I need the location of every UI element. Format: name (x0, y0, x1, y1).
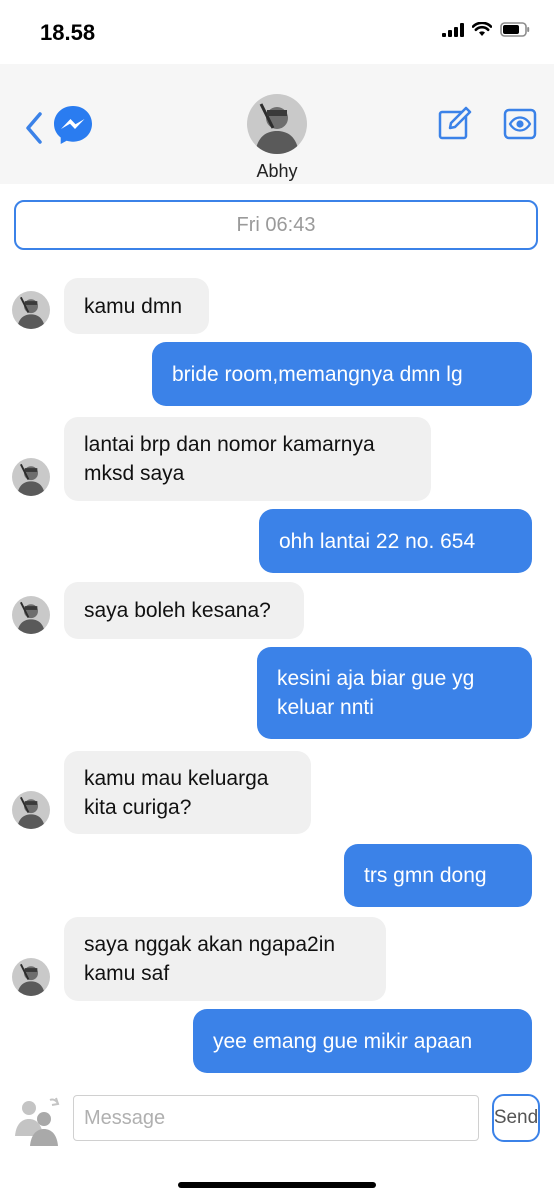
status-bar: 18.58 (0, 0, 554, 64)
people-icon[interactable] (12, 1094, 64, 1146)
incoming-message[interactable]: lantai brp dan nomor kamarnya mksd saya (64, 417, 431, 501)
message-text: bride room,memangnya dmn lg (172, 362, 463, 386)
signal-icon (442, 22, 464, 37)
outgoing-message[interactable]: ohh lantai 22 no. 654 (259, 509, 532, 573)
status-icons (442, 22, 530, 37)
message-text: mksd saya (84, 462, 185, 485)
contact-avatar[interactable] (247, 94, 307, 154)
incoming-message[interactable]: saya nggak akan ngapa2in kamu saf (64, 917, 386, 1001)
home-indicator (178, 1182, 376, 1188)
compose-icon[interactable] (438, 106, 472, 140)
message-text: keluar nnti (277, 696, 374, 719)
battery-icon (500, 22, 530, 37)
message-text: kita curiga? (84, 795, 192, 819)
date-label: Fri 06:43 (236, 213, 316, 236)
date-separator: Fri 06:43 (14, 200, 538, 250)
sender-avatar[interactable] (12, 958, 50, 996)
message-text: yee emang gue mikir apaan (213, 1029, 473, 1053)
chevron-left-icon[interactable] (22, 108, 50, 148)
sender-avatar[interactable] (12, 596, 50, 634)
message-text: saya nggak akan ngapa2in (84, 933, 336, 956)
outgoing-message[interactable]: yee emang gue mikir apaan (193, 1009, 532, 1073)
incoming-message[interactable]: kamu mau keluarga kita curiga? (64, 751, 311, 834)
outgoing-message[interactable]: bride room,memangnya dmn lg (152, 342, 532, 406)
chat-header: Abhy (0, 64, 554, 184)
sender-avatar[interactable] (12, 291, 50, 329)
message-text: kamu mau keluarga (84, 766, 269, 790)
send-button[interactable]: Send (492, 1094, 540, 1142)
message-text: ohh lantai 22 no. 654 (279, 529, 476, 553)
message-text: lantai brp dan nomor kamarnya (84, 433, 375, 456)
status-time: 18.58 (40, 20, 96, 45)
message-input[interactable] (73, 1095, 479, 1141)
messenger-icon[interactable] (52, 104, 94, 146)
incoming-message[interactable]: saya boleh kesana? (64, 582, 304, 639)
outgoing-message[interactable]: kesini aja biar gue yg keluar nnti (257, 647, 532, 739)
message-text: kamu saf (84, 962, 170, 985)
message-text: trs gmn dong (364, 864, 487, 887)
message-text: kamu dmn (84, 294, 183, 318)
composer-bar: Send (0, 1086, 554, 1156)
wifi-icon (472, 22, 492, 36)
eye-icon[interactable] (503, 108, 537, 140)
sender-avatar[interactable] (12, 458, 50, 496)
outgoing-message[interactable]: trs gmn dong (344, 844, 532, 907)
incoming-message[interactable]: kamu dmn (64, 278, 209, 334)
sender-avatar[interactable] (12, 791, 50, 829)
contact-name: Abhy (256, 161, 298, 181)
message-text: saya boleh kesana? (84, 599, 271, 622)
message-text: kesini aja biar gue yg (277, 667, 475, 690)
